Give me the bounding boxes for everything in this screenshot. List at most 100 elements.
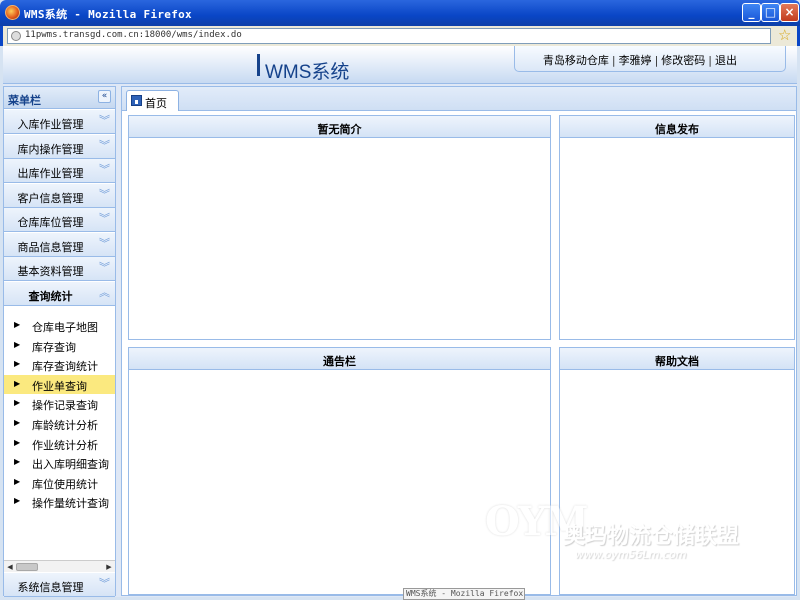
submenu-label: 作业单查询 xyxy=(32,379,87,393)
menu-query-stats[interactable]: 查询统计 ︽ xyxy=(4,281,115,306)
sidebar-header: 菜单栏 « xyxy=(4,87,115,109)
submenu-label: 操作记录查询 xyxy=(32,399,98,413)
panel-header: 通告栏 xyxy=(129,348,550,370)
logout-link[interactable]: 退出 xyxy=(715,54,737,67)
scrollbar-thumb[interactable] xyxy=(16,563,38,571)
sidebar-title: 菜单栏 xyxy=(8,94,41,107)
window-titlebar: WMS系统 - Mozilla Firefox _ □ × xyxy=(0,0,800,26)
submenu-label: 库存查询 xyxy=(32,340,76,354)
submenu-job-order-query[interactable]: ▶ 作业单查询 xyxy=(4,374,115,395)
arrow-right-icon: ▶ xyxy=(14,496,21,506)
change-password-link[interactable]: 修改密码 xyxy=(661,54,705,67)
tab-label: 首页 xyxy=(145,97,167,110)
chevron-down-icon: ︾ xyxy=(99,261,110,274)
menu-in-warehouse[interactable]: 库内操作管理 ︾ xyxy=(4,134,115,159)
submenu-label: 库龄统计分析 xyxy=(32,418,98,432)
menu-label: 查询统计 xyxy=(28,289,73,303)
submenu-label: 操作量统计查询 xyxy=(32,497,109,511)
warehouse-link[interactable]: 青岛移动仓库 xyxy=(543,54,609,67)
menu-label: 客户信息管理 xyxy=(17,191,84,205)
menu-outbound[interactable]: 出库作业管理 ︾ xyxy=(4,159,115,183)
minimize-button[interactable]: _ xyxy=(742,3,761,22)
panel-header: 信息发布 xyxy=(560,116,794,138)
chevron-down-icon: ︾ xyxy=(99,212,110,225)
chevron-down-icon: ︾ xyxy=(99,114,110,127)
chevron-up-icon: ︽ xyxy=(99,285,110,299)
submenu-io-detail[interactable]: ▶ 出入库明细查询 xyxy=(4,453,115,473)
url-bar[interactable]: 11pwms.transgd.com.cn:18000/wms/index.do xyxy=(7,28,771,44)
scroll-right-icon[interactable]: ▶ xyxy=(104,562,114,572)
query-submenu: ▶ 仓库电子地图 ▶ 库存查询 ▶ 库存查询统计 ▶ 作业单查询 ▶ 操作记录查询 ▶ 库龄… xyxy=(4,316,115,512)
submenu-job-stats[interactable]: ▶ 作业统计分析 xyxy=(4,434,115,454)
arrow-right-icon: ▶ xyxy=(14,339,21,349)
arrow-right-icon: ▶ xyxy=(14,417,21,427)
arrow-right-icon: ▶ xyxy=(14,320,21,329)
submenu-label: 出入库明细查询 xyxy=(32,458,109,472)
arrow-right-icon: ▶ xyxy=(14,457,21,467)
firefox-icon xyxy=(5,5,20,20)
chevron-down-icon: ︾ xyxy=(99,163,110,176)
menu-label: 仓库库位管理 xyxy=(17,216,84,229)
panel-title: 通告栏 xyxy=(323,355,356,368)
url-bar-container: 11pwms.transgd.com.cn:18000/wms/index.do… xyxy=(0,26,800,46)
app-header: WMS系统 青岛移动仓库 | 李雅婷 | 修改密码 | 退出 xyxy=(3,46,797,84)
menu-location[interactable]: 仓库库位管理 ︾ xyxy=(4,208,115,232)
submenu-stock-query[interactable]: ▶ 库存查询 xyxy=(4,336,115,356)
maximize-button[interactable]: □ xyxy=(761,3,780,22)
watermark-url: www.oym56Lm.com xyxy=(575,548,687,561)
menu-label: 商品信息管理 xyxy=(17,240,84,254)
menu-label: 基本资料管理 xyxy=(17,265,84,278)
home-icon xyxy=(131,95,142,106)
arrow-right-icon: ▶ xyxy=(14,476,21,486)
panel-title: 暂无简介 xyxy=(317,123,362,136)
username-link[interactable]: 李雅婷 xyxy=(619,54,652,67)
user-box: 青岛移动仓库 | 李雅婷 | 修改密码 | 退出 xyxy=(514,46,786,72)
user-links: 青岛移动仓库 | 李雅婷 | 修改密码 | 退出 xyxy=(542,54,737,67)
tab-home[interactable]: 首页 xyxy=(126,90,179,111)
submenu-location-usage[interactable]: ▶ 库位使用统计 xyxy=(4,473,115,493)
tooltip: WMS系统 - Mozilla Firefox xyxy=(403,588,525,600)
arrow-right-icon: ▶ xyxy=(14,437,21,447)
arrow-right-icon: ▶ xyxy=(14,359,21,369)
submenu-label: 库位使用统计 xyxy=(32,477,98,491)
url-text[interactable]: 11pwms.transgd.com.cn:18000/wms/index.do xyxy=(25,30,242,40)
sidebar-horizontal-scrollbar[interactable]: ◀ ▶ xyxy=(4,560,115,572)
sidebar: 菜单栏 « 入库作业管理 ︾ 库内操作管理 ︾ 出库作业管理 ︾ 客户信息管理 ︾ 仓库… xyxy=(3,86,116,597)
site-identity-icon[interactable] xyxy=(11,31,21,41)
brand-title: WMS系统 xyxy=(265,62,350,83)
menu-label: 入库作业管理 xyxy=(17,118,84,131)
chevron-down-icon: ︾ xyxy=(99,138,110,152)
submenu-stock-age[interactable]: ▶ 库龄统计分析 xyxy=(4,414,115,434)
submenu-label: 作业统计分析 xyxy=(32,438,98,452)
menu-label: 出库作业管理 xyxy=(17,167,84,180)
collapse-sidebar-icon[interactable]: « xyxy=(98,90,111,103)
submenu-operation-log[interactable]: ▶ 操作记录查询 xyxy=(4,394,115,414)
submenu-stock-stats[interactable]: ▶ 库存查询统计 xyxy=(4,355,115,375)
menu-inbound[interactable]: 入库作业管理 ︾ xyxy=(4,110,115,134)
submenu-warehouse-map[interactable]: ▶ 仓库电子地图 xyxy=(4,316,115,336)
panel-title: 帮助文档 xyxy=(655,355,699,368)
menu-label: 库内操作管理 xyxy=(17,142,84,156)
panel-title: 信息发布 xyxy=(655,123,699,136)
submenu-label: 仓库电子地图 xyxy=(32,321,98,334)
close-button[interactable]: × xyxy=(780,3,799,22)
bookmark-star-icon[interactable]: ☆ xyxy=(778,26,791,44)
menu-basic-data[interactable]: 基本资料管理 ︾ xyxy=(4,257,115,281)
submenu-operation-volume[interactable]: ▶ 操作量统计查询 xyxy=(4,492,115,512)
panel-header: 暂无简介 xyxy=(129,116,550,138)
watermark-text: 奥玛物流仓储联盟 xyxy=(563,524,740,549)
menu-customer[interactable]: 客户信息管理 ︾ xyxy=(4,183,115,208)
chevron-down-icon: ︾ xyxy=(99,236,110,250)
tab-strip: 首页 xyxy=(122,87,796,111)
watermark: OYM 奥玛物流仓储联盟 www.oym56Lm.com xyxy=(485,498,785,568)
panel-news: 信息发布 xyxy=(559,115,795,340)
chevron-down-icon: ︾ xyxy=(99,187,110,201)
arrow-right-icon: ▶ xyxy=(14,398,21,408)
panel-intro: 暂无简介 xyxy=(128,115,551,340)
menu-label: 系统信息管理 xyxy=(17,581,84,594)
brand-divider xyxy=(257,54,260,76)
scroll-left-icon[interactable]: ◀ xyxy=(5,562,15,572)
menu-system-info[interactable]: 系统信息管理 ︾ xyxy=(4,573,115,597)
chevron-down-icon: ︾ xyxy=(99,577,110,590)
menu-goods[interactable]: 商品信息管理 ︾ xyxy=(4,232,115,257)
